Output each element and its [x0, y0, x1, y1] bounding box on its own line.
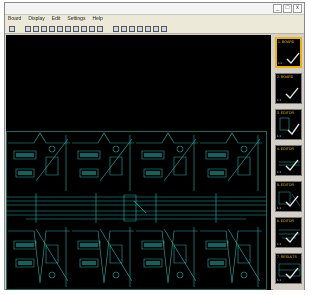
mirror-icon[interactable]	[137, 25, 143, 32]
thumbnail-footer: 1:1	[277, 206, 282, 210]
thumbnail-4[interactable]: 4. EDITOR 1:1	[275, 145, 302, 176]
thumbnail-footer: 1:1	[277, 170, 282, 174]
menu-display[interactable]: Display	[28, 15, 44, 24]
layer-icon[interactable]	[73, 25, 79, 32]
menu-bar: Board Display Edit Settings Help	[5, 15, 304, 24]
new-icon[interactable]	[9, 25, 15, 32]
measure-icon[interactable]	[145, 25, 151, 32]
maximize-button[interactable]: □	[283, 4, 292, 13]
move-icon[interactable]	[121, 25, 127, 32]
pcb-layout	[6, 131, 267, 290]
zoom-in-icon[interactable]	[81, 25, 87, 32]
app-window: _ □ x Board Display Edit Settings Help 1…	[4, 2, 305, 290]
cut-icon[interactable]	[41, 25, 47, 32]
window-controls: _ □ x	[273, 4, 302, 13]
close-button[interactable]: x	[293, 4, 302, 13]
redo-icon[interactable]	[33, 25, 39, 32]
thumbnail-5[interactable]: 5. EDITOR 1:1	[275, 181, 302, 212]
check-icon	[286, 52, 300, 65]
select-icon[interactable]	[113, 25, 119, 32]
route-icon[interactable]	[153, 25, 159, 32]
title-bar: _ □ x	[5, 3, 304, 15]
menu-help[interactable]: Help	[92, 15, 102, 24]
thumbnail-2[interactable]: 2. BOARD 1:1	[275, 73, 302, 104]
thumbnail-footer: 1:1	[277, 278, 282, 282]
zoom-fit-icon[interactable]	[97, 25, 103, 32]
thumbnail-6[interactable]: 6. EDITOR 1:1	[275, 217, 302, 248]
thumbnail-footer: 1:1	[277, 242, 282, 246]
menu-edit[interactable]: Edit	[52, 15, 61, 24]
copy-icon[interactable]	[49, 25, 55, 32]
thumbnail-footer: 1:1	[278, 61, 283, 65]
drc-icon[interactable]	[161, 25, 167, 32]
undo-icon[interactable]	[25, 25, 31, 32]
thumbnail-1[interactable]: 1. BOARD 1:1	[275, 37, 302, 68]
toolbar	[5, 24, 304, 34]
thumbnail-footer: 1:1	[277, 98, 282, 102]
thumbnail-panel: 1. BOARD 1:1 2. BOARD 1:1 3. EDITOR 1:1 …	[273, 35, 304, 290]
thumbnail-3[interactable]: 3. EDITOR 1:1	[275, 109, 302, 140]
minimize-button[interactable]: _	[273, 4, 282, 13]
grid-icon[interactable]	[65, 25, 71, 32]
zoom-out-icon[interactable]	[89, 25, 95, 32]
board-canvas[interactable]	[6, 35, 271, 290]
menu-board[interactable]: Board	[8, 15, 21, 24]
menu-settings[interactable]: Settings	[67, 15, 85, 24]
paste-icon[interactable]	[57, 25, 63, 32]
thumbnail-footer: 1:1	[277, 134, 282, 138]
rotate-icon[interactable]	[129, 25, 135, 32]
thumbnail-7[interactable]: 7. RESULTS 1:1	[275, 253, 302, 284]
